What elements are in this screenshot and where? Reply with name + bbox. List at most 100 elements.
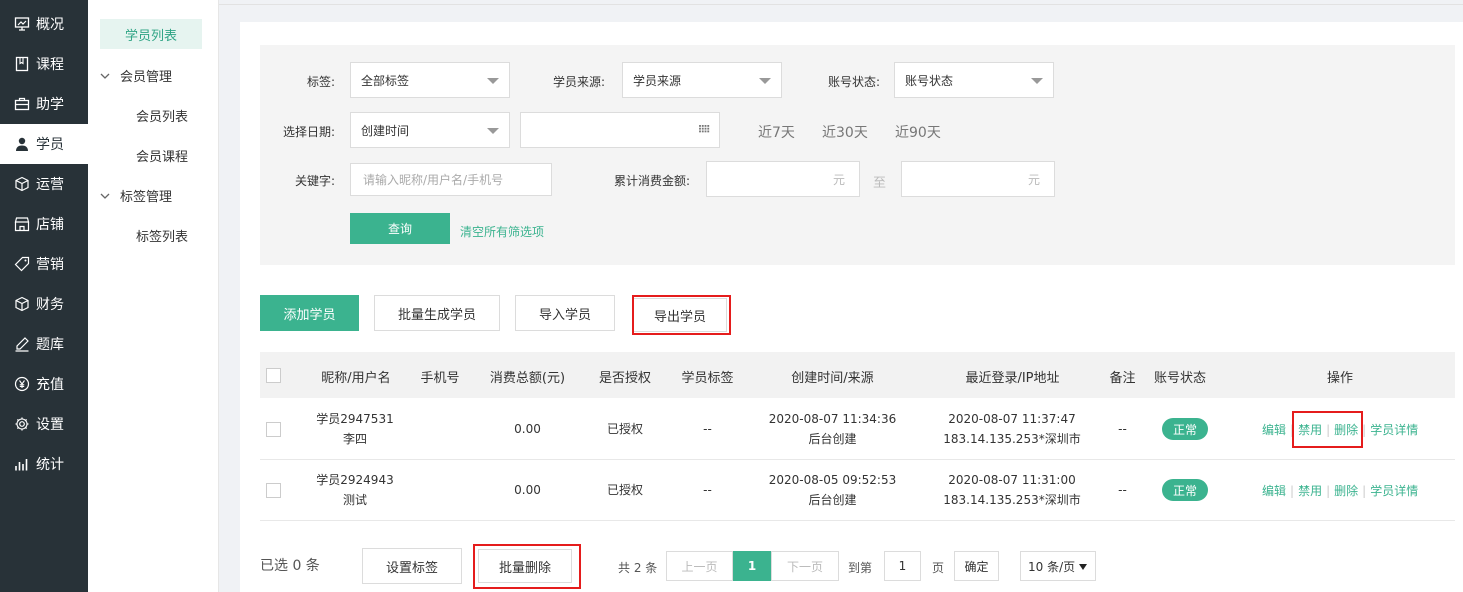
gear-icon [15, 417, 29, 431]
amount-max-input[interactable]: 元 [901, 161, 1055, 197]
row-remark: -- [1118, 483, 1127, 497]
delete-link[interactable]: 删除 [1334, 482, 1358, 499]
row-source: 后台创建 [808, 432, 857, 446]
prev-page-button[interactable]: 上一页 [666, 551, 733, 581]
shop-icon [14, 217, 30, 232]
nav-item-recharge[interactable]: 充值 [0, 364, 88, 404]
col-status: 账号状态 [1153, 371, 1206, 386]
goto-confirm-button[interactable]: 确定 [954, 551, 999, 581]
nav-item-course[interactable]: 课程 [0, 44, 88, 84]
row-checkbox[interactable] [266, 483, 281, 498]
nav-item-operation[interactable]: 运营 [0, 164, 88, 204]
date-type-select[interactable]: 创建时间 [350, 112, 510, 148]
row-total: 0.00 [514, 422, 541, 436]
nav-item-finance[interactable]: 财务 [0, 284, 88, 324]
status-badge: 正常 [1162, 418, 1208, 440]
delete-link[interactable]: 删除 [1334, 421, 1358, 438]
subnav-group-tag[interactable]: 标签管理 [100, 186, 172, 205]
set-tag-button[interactable]: 设置标签 [362, 548, 462, 584]
batch-create-students-button[interactable]: 批量生成学员 [374, 295, 500, 331]
nav-label: 营销 [36, 257, 64, 273]
subnav-item-member-list[interactable]: 会员列表 [136, 106, 188, 125]
selected-count: 已选 0 条 [260, 558, 320, 574]
top-bar [219, 0, 1463, 5]
quick-range-90-days[interactable]: 近90天 [895, 122, 941, 142]
row-login: 2020-08-07 11:31:00 183.14.135.253*深圳市 [932, 470, 1092, 510]
nav-item-stats[interactable]: 统计 [0, 444, 88, 484]
row-login-time: 2020-08-07 11:31:00 [948, 473, 1076, 487]
nav-label: 题库 [36, 337, 64, 353]
detail-link[interactable]: 学员详情 [1370, 482, 1418, 499]
row-user: 李四 [342, 432, 367, 446]
row-nick: 学员2947531 [316, 412, 394, 426]
edit-link[interactable]: 编辑 [1262, 482, 1286, 499]
nav-item-marketing[interactable]: 营销 [0, 244, 88, 284]
page-1-button[interactable]: 1 [733, 551, 771, 581]
finance-icon [15, 296, 29, 312]
tag-label: 标签: [306, 75, 335, 89]
row-tags: -- [703, 422, 712, 436]
student-icon [16, 137, 28, 151]
query-button[interactable]: 查询 [350, 213, 450, 244]
detail-link[interactable]: 学员详情 [1370, 421, 1418, 438]
source-select[interactable]: 学员来源 [622, 62, 782, 98]
subnav-group-member[interactable]: 会员管理 [100, 66, 172, 85]
row-login: 2020-08-07 11:37:47 183.14.135.253*深圳市 [932, 409, 1092, 449]
col-remark: 备注 [1109, 371, 1136, 386]
nav-item-study[interactable]: 助学 [0, 84, 88, 124]
total-count: 共 2 条 [618, 561, 658, 575]
disable-link[interactable]: 禁用 [1298, 421, 1322, 438]
date-range-input[interactable] [520, 112, 720, 148]
quick-range-30-days[interactable]: 近30天 [822, 122, 868, 142]
chevron-down-icon [100, 193, 110, 199]
sub-nav: 学员列表 会员管理 会员列表 会员课程 标签管理 标签列表 [88, 0, 219, 592]
page-size-select[interactable]: 10 条/页 [1020, 551, 1096, 581]
row-login-time: 2020-08-07 11:37:47 [948, 412, 1076, 426]
subnav-item-member-course[interactable]: 会员课程 [136, 146, 188, 165]
goto-page-input[interactable]: 1 [884, 551, 921, 581]
nav-label: 助学 [36, 97, 64, 113]
row-created: 2020-08-07 11:34:36 后台创建 [755, 409, 910, 449]
nav-item-settings[interactable]: 设置 [0, 404, 88, 444]
study-icon [14, 97, 30, 111]
import-students-button[interactable]: 导入学员 [515, 295, 615, 331]
subnav-current-student-list[interactable]: 学员列表 [100, 19, 202, 49]
nav-label: 统计 [36, 457, 64, 473]
nav-label: 充值 [36, 377, 64, 393]
nav-item-student[interactable]: 学员 [0, 124, 88, 164]
row-ip: 183.14.135.253*深圳市 [943, 493, 1081, 507]
status-select[interactable]: 账号状态 [894, 62, 1054, 98]
col-nickname: 昵称/用户名 [321, 371, 391, 386]
operation-icon [15, 176, 29, 192]
row-checkbox[interactable] [266, 422, 281, 437]
row-ops: 编辑 | 禁用 | 删除 | 学员详情 [1262, 482, 1419, 499]
quick-range-7-days[interactable]: 近7天 [758, 122, 795, 142]
subnav-item-tag-list[interactable]: 标签列表 [136, 226, 188, 245]
amount-to-label: 至 [873, 176, 887, 191]
next-page-button[interactable]: 下一页 [771, 551, 839, 581]
row-ip: 183.14.135.253*深圳市 [943, 432, 1081, 446]
nav-item-overview[interactable]: 概况 [0, 4, 88, 44]
row-source: 后台创建 [808, 493, 857, 507]
nav-item-question-bank[interactable]: 题库 [0, 324, 88, 364]
goto-label: 到第 [848, 561, 873, 575]
keyword-input[interactable]: 请输入昵称/用户名/手机号 [350, 163, 552, 196]
row-user: 测试 [342, 493, 367, 507]
clear-filters-link[interactable]: 清空所有筛选项 [460, 223, 544, 240]
select-all-checkbox[interactable] [266, 368, 281, 383]
date-label: 选择日期: [282, 125, 335, 139]
caret-down-icon [487, 128, 499, 134]
add-student-button[interactable]: 添加学员 [260, 295, 359, 331]
tag-select[interactable]: 全部标签 [350, 62, 510, 98]
disable-link[interactable]: 禁用 [1298, 482, 1322, 499]
nav-item-shop[interactable]: 店铺 [0, 204, 88, 244]
filter-panel: 标签: 全部标签 学员来源: 学员来源 账号状态: 账号状态 选择日期: 创建时… [260, 45, 1455, 265]
edit-link[interactable]: 编辑 [1262, 421, 1286, 438]
row-created-time: 2020-08-07 11:34:36 [768, 412, 897, 426]
table-header: 昵称/用户名 手机号 消费总额(元) 是否授权 学员标签 创建时间/来源 最近登… [260, 352, 1455, 398]
batch-delete-button[interactable]: 批量删除 [478, 549, 572, 583]
amount-min-input[interactable]: 元 [706, 161, 860, 197]
export-students-button[interactable]: 导出学员 [633, 298, 727, 332]
subnav-group-label: 会员管理 [120, 70, 173, 85]
col-last-login: 最近登录/IP地址 [965, 371, 1060, 386]
